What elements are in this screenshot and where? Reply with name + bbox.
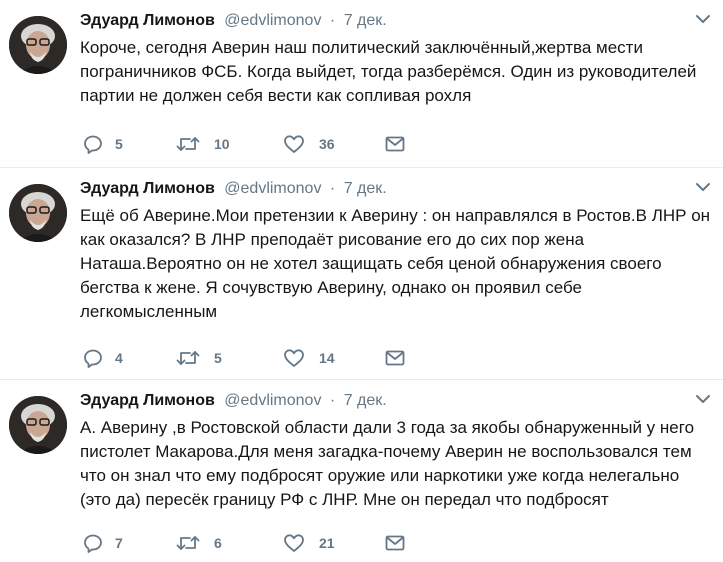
reply-count: 4 [115,350,123,366]
envelope-icon [385,350,405,366]
envelope-icon [385,535,405,551]
like-count: 36 [319,136,335,152]
retweet-icon [176,137,200,151]
separator-dot: · [329,12,336,29]
timestamp[interactable]: 7 дек. [344,392,387,409]
tweet[interactable]: Эдуард Лимонов @edvlimonov · 7 дек. Ещё … [0,168,723,380]
reply-count: 5 [115,136,123,152]
like-button[interactable]: 21 [283,532,335,554]
chevron-down-icon[interactable] [695,392,711,406]
retweet-icon [176,351,200,365]
separator-dot: · [329,392,336,409]
author-handle[interactable]: @edvlimonov [224,392,321,409]
tweet[interactable]: Эдуард Лимонов @edvlimonov · 7 дек. Коро… [0,0,723,168]
retweet-button[interactable]: 10 [176,133,230,155]
author-handle[interactable]: @edvlimonov [224,12,321,29]
timestamp[interactable]: 7 дек. [344,12,387,29]
tweet-header: Эдуард Лимонов @edvlimonov · 7 дек. [80,9,387,33]
direct-message-button[interactable] [385,532,405,554]
separator-dot: · [329,180,336,197]
retweet-count: 6 [214,535,222,551]
timestamp[interactable]: 7 дек. [344,180,387,197]
avatar[interactable] [9,396,67,454]
tweet-text: А. Аверину ,в Ростовской области дали 3 … [80,418,695,509]
author-handle[interactable]: @edvlimonov [224,180,321,197]
heart-icon [284,534,304,552]
reply-icon [84,534,102,553]
envelope-icon [385,136,405,152]
reply-button[interactable]: 5 [83,133,123,155]
reply-icon [84,135,102,154]
retweet-button[interactable]: 6 [176,532,222,554]
author-name[interactable]: Эдуард Лимонов [80,392,215,409]
chevron-down-icon[interactable] [695,12,711,26]
like-button[interactable]: 36 [283,133,335,155]
like-count: 21 [319,535,335,551]
avatar[interactable] [9,184,67,242]
reply-button[interactable]: 7 [83,532,123,554]
tweet-header: Эдуард Лимонов @edvlimonov · 7 дек. [80,177,387,201]
retweet-icon [176,536,200,550]
like-count: 14 [319,350,335,366]
author-name[interactable]: Эдуард Лимонов [80,180,215,197]
tweet[interactable]: Эдуард Лимонов @edvlimonov · 7 дек. А. А… [0,380,723,562]
retweet-button[interactable]: 5 [176,347,222,369]
reply-count: 7 [115,535,123,551]
like-button[interactable]: 14 [283,347,335,369]
retweet-count: 5 [214,350,222,366]
direct-message-button[interactable] [385,133,405,155]
chevron-down-icon[interactable] [695,180,711,194]
reply-icon [84,349,102,368]
heart-icon [284,349,304,367]
tweet-text: Короче, сегодня Аверин наш политический … [80,38,697,105]
heart-icon [284,135,304,153]
direct-message-button[interactable] [385,347,405,369]
tweet-text: Ещё об Аверине.Мои претензии к Аверину :… [80,206,711,321]
reply-button[interactable]: 4 [83,347,123,369]
retweet-count: 10 [214,136,230,152]
author-name[interactable]: Эдуард Лимонов [80,12,215,29]
tweet-header: Эдуард Лимонов @edvlimonov · 7 дек. [80,389,387,413]
avatar[interactable] [9,16,67,74]
